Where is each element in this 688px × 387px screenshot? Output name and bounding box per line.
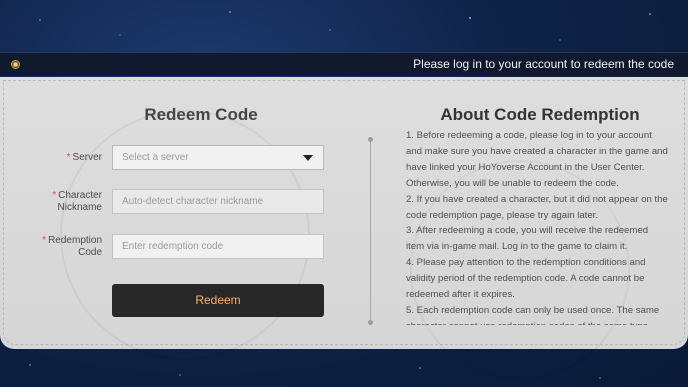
server-label: * Server bbox=[67, 152, 102, 164]
redeem-button[interactable]: Redeem bbox=[112, 284, 324, 317]
badge-icon bbox=[11, 60, 20, 69]
code-label: * Redemption Code bbox=[42, 235, 102, 259]
code-label-line2: Code bbox=[78, 247, 102, 258]
vertical-divider bbox=[370, 140, 371, 322]
info-item: 1. Before redeeming a code, please log i… bbox=[406, 130, 668, 189]
redemption-code-placeholder: Enter redemption code bbox=[122, 241, 224, 252]
code-label-line1: Redemption bbox=[48, 235, 102, 246]
about-info-scroll[interactable]: 1. Before redeeming a code, please log i… bbox=[406, 128, 668, 325]
info-item: 3. After redeeming a code, you will rece… bbox=[406, 225, 649, 253]
nickname-label: * Character Nickname bbox=[52, 190, 102, 214]
about-title: About Code Redemption bbox=[440, 105, 640, 124]
nickname-label-line2: Nickname bbox=[57, 202, 102, 213]
nickname-label-line1: Character bbox=[58, 190, 102, 201]
info-item: 4. Please pay attention to the redemptio… bbox=[406, 257, 646, 301]
divider-dot bbox=[368, 320, 373, 325]
info-item: 2. If you have created a character, but … bbox=[406, 193, 668, 221]
required-mark: * bbox=[42, 235, 47, 246]
required-mark: * bbox=[66, 152, 71, 163]
redemption-code-input[interactable]: Enter redemption code bbox=[112, 234, 324, 259]
chevron-down-icon bbox=[303, 155, 313, 161]
top-bar: Please log in to your account to redeem … bbox=[0, 52, 688, 76]
nickname-field[interactable]: Auto-detect character nickname bbox=[112, 189, 324, 214]
required-mark: * bbox=[52, 190, 57, 201]
redeem-code-title: Redeem Code bbox=[144, 105, 258, 124]
login-prompt-link[interactable]: Please log in to your account to redeem … bbox=[413, 57, 674, 71]
server-label-text: Server bbox=[72, 152, 102, 163]
server-select[interactable]: Select a server bbox=[112, 145, 324, 170]
divider-dot bbox=[368, 137, 373, 142]
info-item: 5. Each redemption code can only be used… bbox=[406, 304, 660, 325]
server-select-placeholder: Select a server bbox=[122, 152, 189, 163]
nickname-placeholder: Auto-detect character nickname bbox=[122, 196, 264, 207]
